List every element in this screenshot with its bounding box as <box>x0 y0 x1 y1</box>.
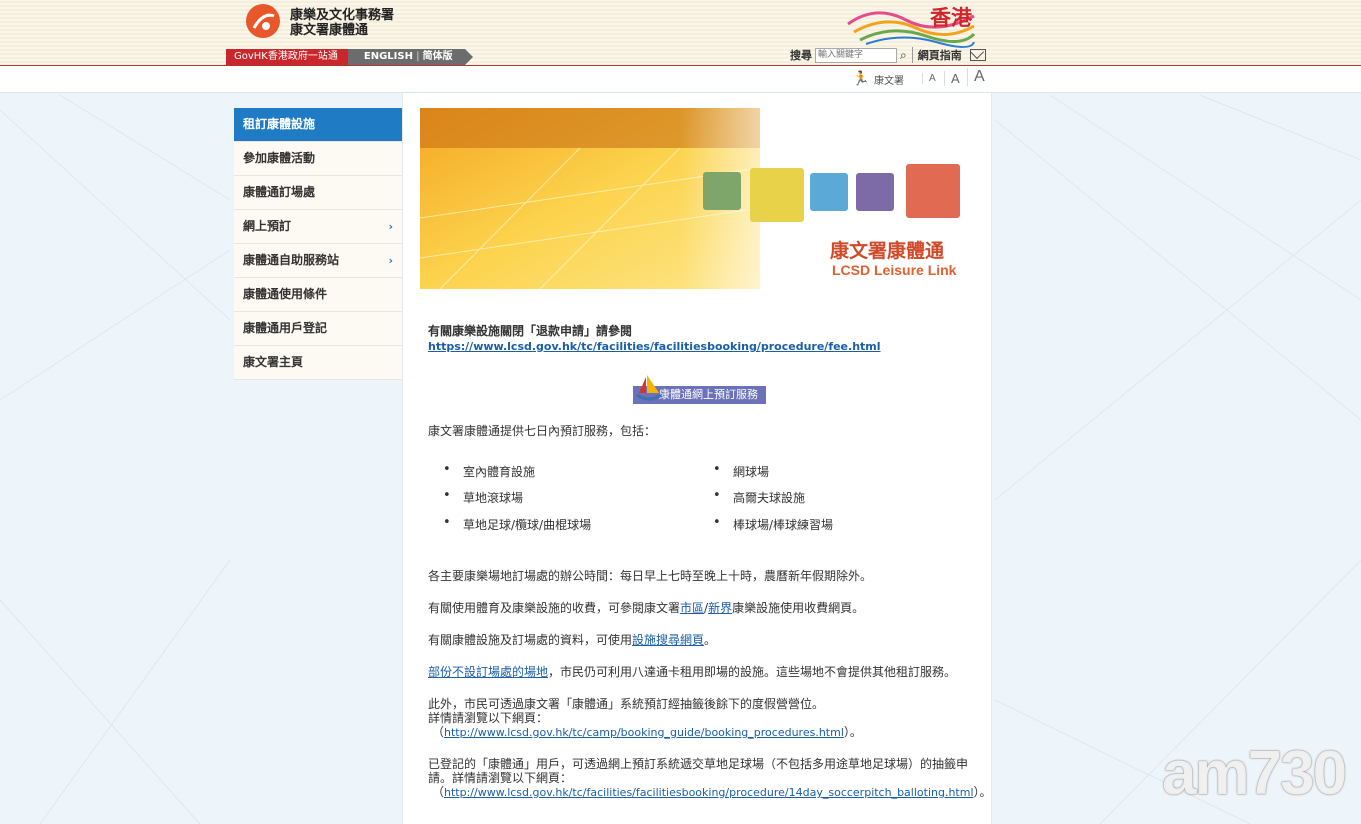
sidebar-item-conditions[interactable]: 康體通使用條件 <box>234 278 402 312</box>
govhk-link[interactable]: GovHK香港政府一站通 <box>226 49 356 65</box>
lcsd-logo[interactable] <box>246 4 280 38</box>
intro-text: 康文署康體通提供七日內預訂服務，包括： <box>428 424 657 438</box>
camp-booking-link[interactable]: http://www.lcsd.gov.hk/tc/camp/booking_g… <box>444 726 844 739</box>
org-name: 康樂及文化事務署 康文署康體通 <box>290 8 394 38</box>
list-item: 草地滾球場 <box>443 488 523 506</box>
nt-fee-link[interactable]: 新界 <box>708 601 732 615</box>
urban-fee-link[interactable]: 市區 <box>680 601 704 615</box>
fee-paragraph: 有關使用體育及康樂設施的收費，可參閱康文署市區/新界康樂設施使用收費網頁。 <box>428 601 865 615</box>
list-item: 草地足球/欖球/曲棍球場 <box>443 515 591 533</box>
search-area: 搜尋 ⌕ 網頁指南 <box>790 47 986 63</box>
runner-icon: 🏃 <box>852 71 870 87</box>
main-content: 康文署康體通 LCSD Leisure Link 有關康樂設施關閉「退款申請」請… <box>402 93 992 824</box>
sidebar-item-facility-booking[interactable]: 租訂康體設施 <box>234 108 402 142</box>
banner-title: 康文署康體通 <box>830 240 945 262</box>
sidebar-item-booking-offices[interactable]: 康體通訂場處 <box>234 176 402 210</box>
sub-toolbar <box>0 66 1361 93</box>
soccer-balloting-link[interactable]: http://www.lcsd.gov.hk/tc/facilities/fac… <box>444 786 974 799</box>
banner-subtitle: LCSD Leisure Link <box>832 262 957 278</box>
no-booking-paragraph: 部份不設訂場處的場地，市民仍可利用八達通卡租用即場的設施。這些場地不會提供其他租… <box>428 665 957 679</box>
sidebar-item-registration[interactable]: 康體通用戶登記 <box>234 312 402 346</box>
gov-bar: GovHK香港政府一站通 ENGLISH | 简体版 <box>226 49 473 65</box>
banner-image: 康文署康體通 LCSD Leisure Link <box>420 108 962 289</box>
english-link[interactable]: ENGLISH <box>364 51 413 62</box>
chevron-right-icon: › <box>388 220 393 233</box>
site-header: 康樂及文化事務署 康文署康體通 GovHK香港政府一站通 ENGLISH | 简体版… <box>0 0 1361 66</box>
refund-notice-link[interactable]: https://www.lcsd.gov.hk/tc/facilities/fa… <box>428 340 881 353</box>
font-size-small[interactable]: A <box>922 73 942 84</box>
notice-block: 有關康樂設施關閉「退款申請」請參閱 https://www.lcsd.gov.h… <box>428 322 973 353</box>
facility-search-paragraph: 有關康體設施及訂場處的資料，可使用設施搜尋網頁。 <box>428 633 717 647</box>
sitemap-link[interactable]: 網頁指南 <box>911 47 962 63</box>
no-booking-venues-link[interactable]: 部份不設訂場處的場地 <box>428 665 548 679</box>
brand-hk-text: 香港 <box>930 5 972 30</box>
sidebar-item-online-booking[interactable]: 網上預訂 › <box>234 210 402 244</box>
mail-icon[interactable] <box>969 49 986 61</box>
sidebar-item-kiosk[interactable]: 康體通自助服務站 › <box>234 244 402 278</box>
lcsd-home-link[interactable]: 康文署 <box>874 72 904 87</box>
sidebar-nav: 租訂康體設施 參加康體活動 康體通訂場處 網上預訂 › 康體通自助服務站 › 康體通… <box>234 108 402 380</box>
sailboat-icon <box>636 375 662 401</box>
camp-paragraph: 此外，市民可透過康文署「康體通」系統預訂經抽籤後餘下的度假營營位。 詳情請瀏覽以… <box>428 697 862 739</box>
search-input[interactable] <box>815 47 897 63</box>
online-booking-button[interactable]: 康體通網上預訂服務 <box>631 373 767 411</box>
refund-notice-title: 有關康樂設施關閉「退款申請」請參閱 <box>428 324 633 338</box>
list-item: 室內體育設施 <box>443 462 535 480</box>
am730-watermark: am730 <box>1162 739 1347 808</box>
list-item: 棒球場/棒球練習場 <box>713 515 833 533</box>
search-icon[interactable]: ⌕ <box>900 48 907 63</box>
sidebar-item-activities[interactable]: 參加康體活動 <box>234 142 402 176</box>
search-label: 搜尋 <box>790 49 812 62</box>
org-name-line2: 康文署康體通 <box>290 23 369 38</box>
list-item: 網球場 <box>713 462 769 480</box>
list-item: 高爾夫球設施 <box>713 488 805 506</box>
chevron-right-icon: › <box>388 254 393 267</box>
simplified-chinese-link[interactable]: 简体版 <box>423 51 453 62</box>
sidebar-item-lcsd-home[interactable]: 康文署主頁 <box>234 346 402 380</box>
language-switch: ENGLISH | 简体版 <box>347 49 473 65</box>
font-size-medium[interactable]: A <box>944 71 966 86</box>
org-name-line1: 康樂及文化事務署 <box>290 8 395 23</box>
facility-search-link[interactable]: 設施搜尋網頁 <box>632 633 704 647</box>
office-hours-text: 各主要康樂場地訂場處的辦公時間：每日早上七時至晚上十時，農曆新年假期除外。 <box>428 569 873 583</box>
soccer-paragraph: 已登記的「康體通」用戶，可透過網上預訂系統遞交草地足球場（不包括多用途草地足球場… <box>428 757 992 799</box>
font-size-large[interactable]: A <box>967 68 991 86</box>
